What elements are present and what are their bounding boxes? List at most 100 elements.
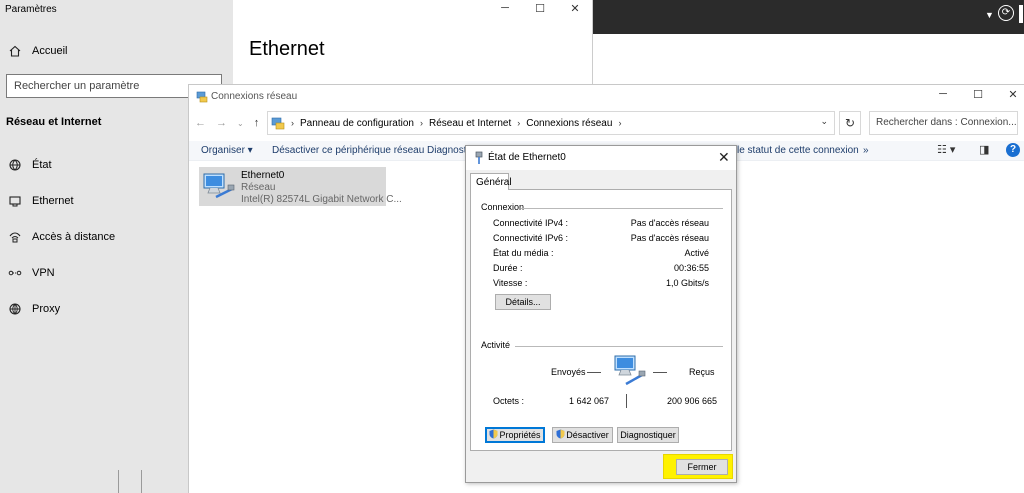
breadcrumb-separator: › [291, 118, 294, 128]
details-button[interactable]: Détails... [495, 294, 551, 310]
speed-label: Vitesse : [493, 278, 528, 288]
sync-icon[interactable]: ⟳ [998, 5, 1014, 21]
disable-label: Désactiver [566, 430, 609, 440]
general-tab-panel: Connexion Connectivité IPv4 : Pas d'accè… [470, 189, 732, 451]
edge-icon [1019, 5, 1023, 23]
section-title: Réseau et Internet [6, 116, 102, 128]
refresh-button[interactable]: ↻ [839, 111, 861, 135]
media-state-label: État du média : [493, 248, 554, 258]
view-status-button[interactable]: le statut de cette connexion [737, 145, 859, 156]
breadcrumb-item[interactable]: Réseau et Internet [429, 118, 511, 129]
shield-icon [489, 429, 498, 439]
close-button[interactable]: Fermer [676, 459, 728, 475]
window-title: Connexions réseau [211, 91, 298, 102]
received-label: Reçus [689, 367, 715, 377]
sent-label: Envoyés [551, 367, 586, 377]
activity-divider [626, 394, 627, 408]
media-state-value: Activé [684, 248, 709, 258]
bytes-sent-value: 1 642 067 [569, 396, 610, 406]
ipv6-label: Connectivité IPv6 : [493, 233, 569, 243]
globe-icon [0, 302, 30, 316]
bytes-received-value: 200 906 665 [667, 396, 718, 406]
disable-device-button[interactable]: Désactiver ce périphérique réseau [272, 145, 424, 156]
minimize-icon[interactable]: ─ [933, 88, 953, 100]
received-dash [653, 372, 667, 373]
breadcrumb-item[interactable]: Connexions réseau [526, 118, 612, 129]
forward-arrow-icon[interactable]: → [216, 117, 227, 129]
nav-item-proxy-label: Proxy [32, 303, 61, 315]
breadcrumb-separator: › [618, 118, 622, 128]
organize-label: Organiser [201, 145, 245, 156]
dialog-titlebar: État de Ethernet0 ✕ [466, 146, 736, 170]
address-bar[interactable]: › Panneau de configuration › Réseau et I… [267, 111, 835, 135]
navigation-buttons: ← → ⌄ ↑ [195, 113, 259, 133]
activity-group-label: Activité [481, 340, 515, 350]
chevron-down-icon[interactable]: ⌄ [820, 116, 828, 127]
globe-status-icon [0, 158, 30, 172]
dialup-icon [0, 230, 30, 244]
ipv4-label: Connectivité IPv4 : [493, 218, 569, 228]
ethernet-status-dialog: État de Ethernet0 ✕ Général Connexion Co… [465, 145, 737, 483]
duration-value: 00:36:55 [673, 263, 709, 273]
nav-item-vpn-label: VPN [32, 267, 55, 279]
properties-button[interactable]: Propriétés [485, 427, 545, 443]
network-folder-icon [196, 91, 208, 103]
recent-dropdown-icon[interactable]: ⌄ [237, 119, 244, 128]
close-icon[interactable]: ✕ [565, 2, 585, 16]
control-panel-icon [271, 117, 285, 130]
speed-value: 1,0 Gbits/s [665, 278, 709, 288]
nav-home-label: Accueil [32, 45, 68, 57]
sent-dash [587, 372, 601, 373]
group-divider [521, 208, 723, 209]
dialog-title: État de Ethernet0 [488, 152, 566, 163]
breadcrumb-separator: › [419, 118, 423, 128]
dark-header-bar: ▼ ⟳ [593, 0, 1024, 34]
breadcrumb-item[interactable]: Panneau de configuration [300, 118, 414, 129]
nav-item-acces-distance-label: Accès à distance [32, 231, 116, 243]
network-activity-icon [614, 355, 646, 386]
diagnose-button[interactable]: Diagnostiquer [617, 427, 679, 443]
ipv6-value: Pas d'accès réseau [630, 233, 709, 243]
page-title: Ethernet [249, 38, 325, 60]
connection-group-label: Connexion [481, 202, 529, 212]
connection-item-ethernet0[interactable]: Ethernet0 Réseau Intel(R) 82574L Gigabit… [199, 167, 402, 206]
connection-adapter: Intel(R) 82574L Gigabit Network C... [241, 194, 402, 205]
settings-main-pane: Ethernet ─ ☐ ✕ [233, 0, 593, 86]
bytes-label: Octets : [493, 396, 525, 406]
help-icon[interactable]: ? [1006, 143, 1020, 157]
vpn-icon [0, 266, 30, 280]
properties-label: Propriétés [499, 430, 541, 440]
preview-pane-icon[interactable]: ◨ [979, 143, 989, 156]
breadcrumb-separator: › [517, 118, 521, 128]
close-icon[interactable]: ✕ [718, 149, 730, 166]
home-icon [0, 44, 30, 58]
duration-label: Durée : [493, 263, 523, 273]
connection-name: Ethernet0 [241, 170, 285, 181]
network-cable-icon [475, 151, 483, 164]
group-divider [515, 346, 723, 347]
back-arrow-icon[interactable]: ← [195, 117, 206, 129]
nav-item-ethernet-label: Ethernet [32, 195, 74, 207]
minimize-icon[interactable]: ─ [495, 2, 515, 16]
organize-menu[interactable]: Organiser ▾ [201, 145, 253, 156]
ipv4-value: Pas d'accès réseau [630, 218, 709, 228]
taskbar-divider [118, 470, 188, 493]
disable-button[interactable]: Désactiver [552, 427, 613, 443]
close-icon[interactable]: ✕ [1003, 88, 1023, 101]
nav-home[interactable]: Accueil [0, 36, 233, 66]
view-options-icon[interactable]: ☷ ▾ [937, 143, 955, 156]
settings-window-title: Paramètres [5, 4, 57, 15]
maximize-icon[interactable]: ☐ [968, 88, 988, 101]
tab-general[interactable]: Général [470, 173, 512, 190]
folder-search-input[interactable]: Rechercher dans : Connexion... [869, 111, 1018, 135]
diagnose-connection-button[interactable]: Diagnosti [427, 145, 469, 156]
ethernet-icon [0, 194, 30, 208]
shield-icon [556, 429, 565, 439]
up-arrow-icon[interactable]: ↑ [254, 117, 260, 129]
more-commands-button[interactable]: » [863, 145, 869, 156]
network-adapter-icon [203, 173, 235, 199]
maximize-icon[interactable]: ☐ [530, 2, 550, 16]
nav-item-etat-label: État [32, 159, 52, 171]
chevron-down-icon[interactable]: ▼ [985, 10, 994, 20]
connection-network: Réseau [241, 182, 276, 193]
